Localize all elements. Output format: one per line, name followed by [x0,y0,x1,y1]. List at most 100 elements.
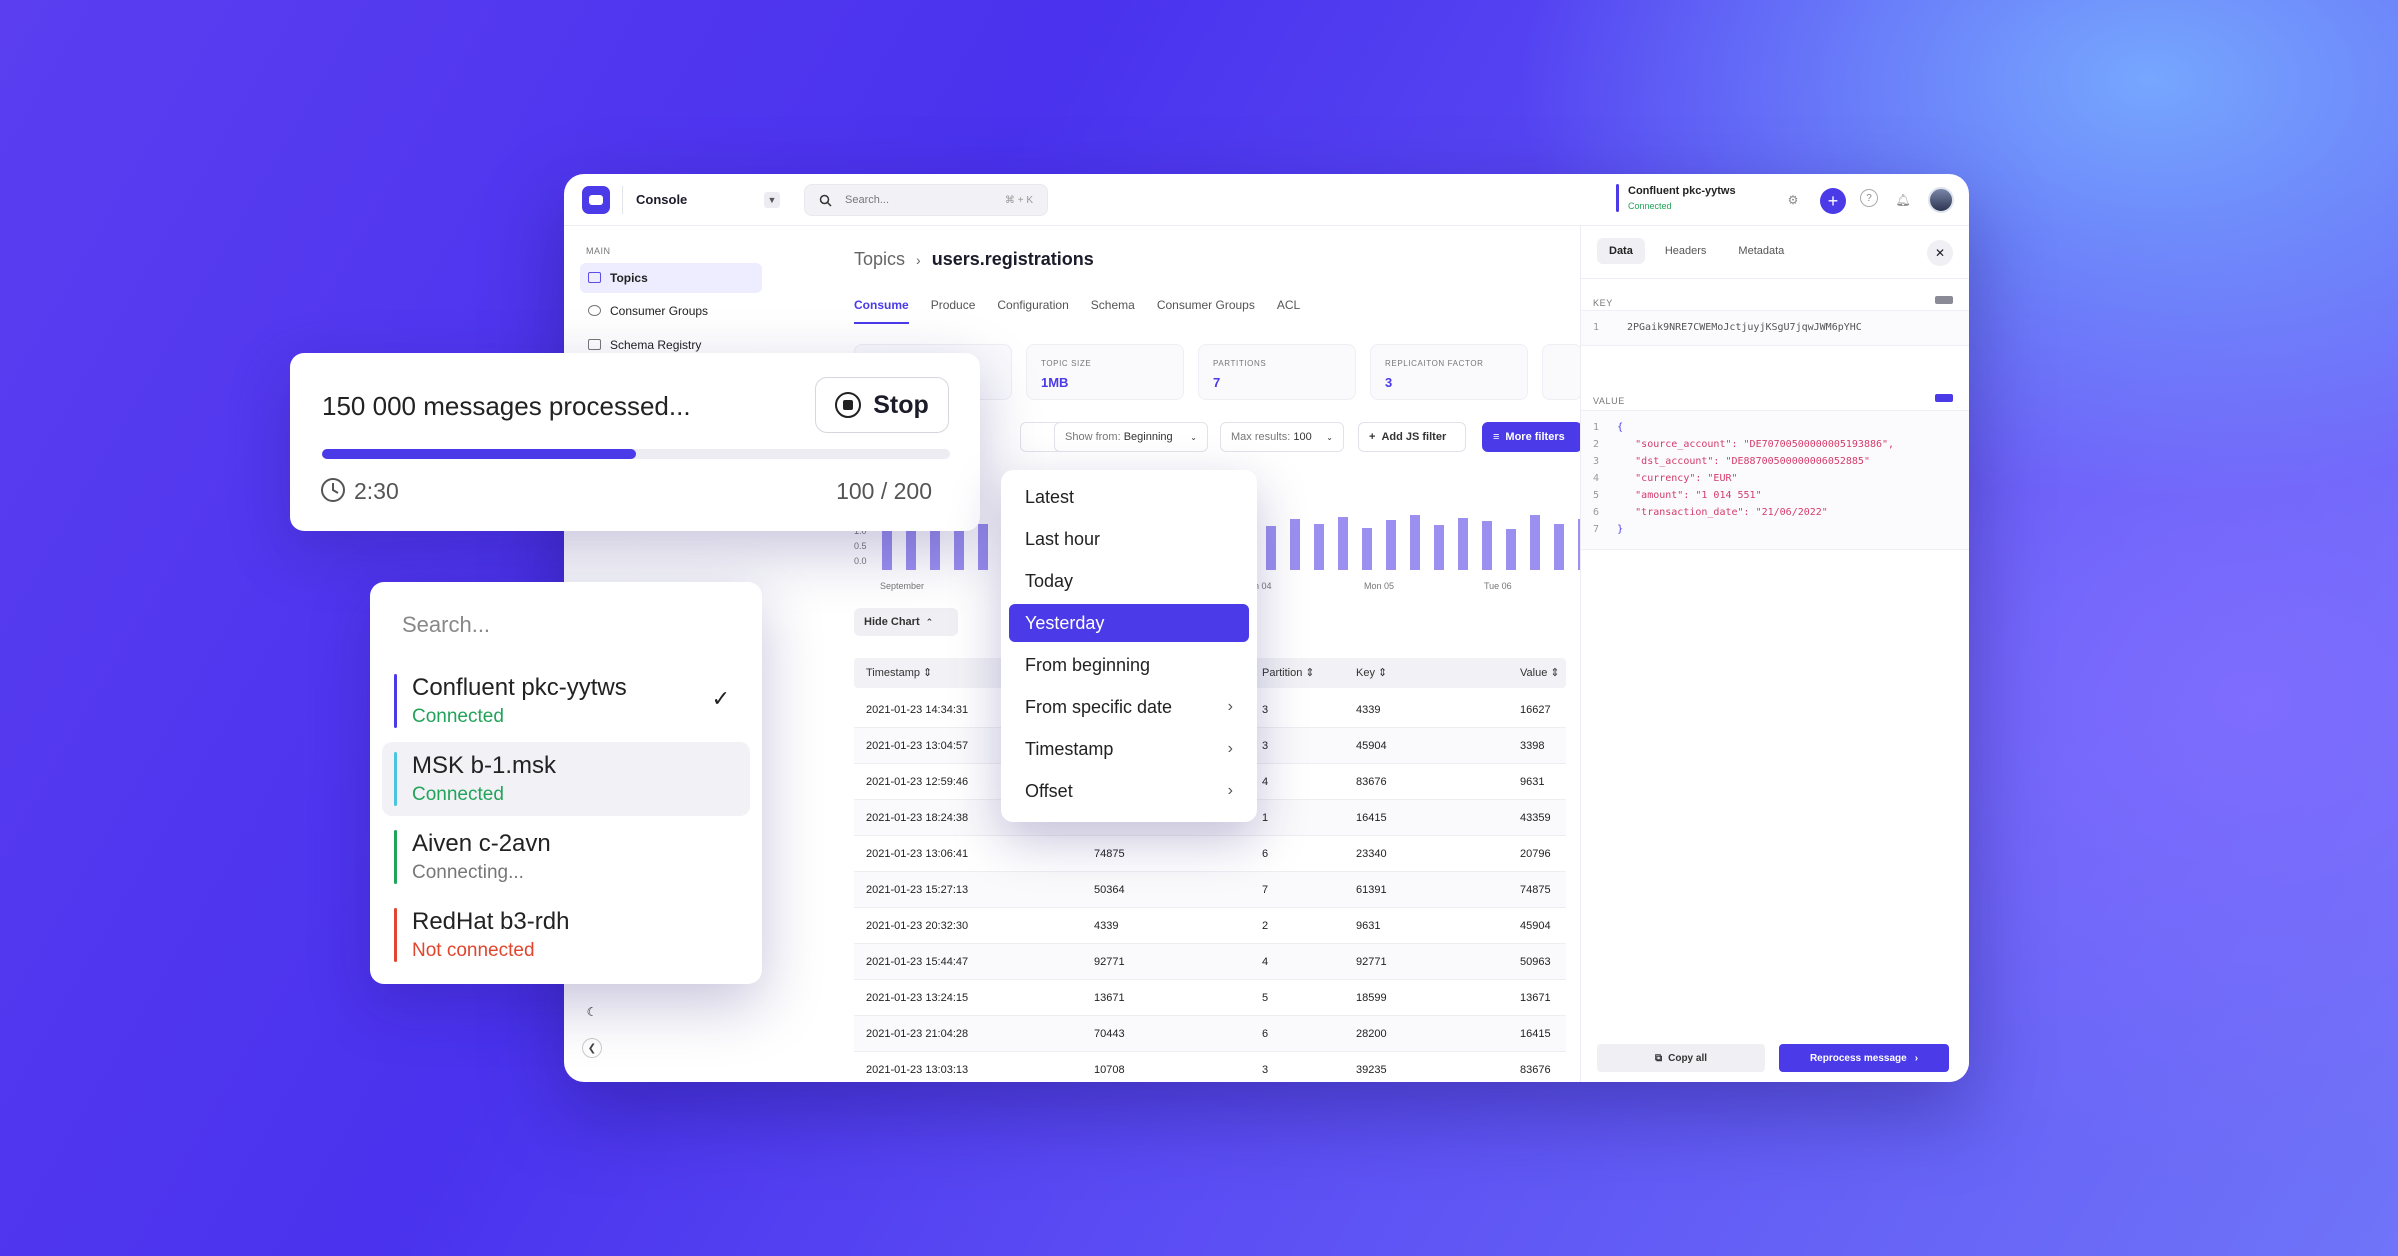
stat-label: PARTITIONS [1213,359,1267,368]
sidebar-item-topics[interactable]: Topics [580,263,762,293]
value-format-badge[interactable] [1935,394,1953,402]
table-cell: 20796 [1520,848,1551,860]
menu-item[interactable]: Offset › [1009,772,1249,810]
menu-item[interactable]: Last hour [1009,520,1249,558]
json-line: 5 "amount": "1 014 551" [1593,487,1969,504]
bell-icon[interactable]: 🔔︎ [1892,189,1914,211]
json-value: "1 014 551" [1695,490,1762,501]
menu-item-label: Latest [1025,486,1075,507]
max-results-value: 100 [1293,431,1312,443]
table-cell: 9631 [1356,920,1381,932]
json-key: "source_account": [1635,439,1744,450]
schema-icon [588,339,601,350]
table-row[interactable]: 2021-01-23 13:03:13 10708 3 39235 83676 [854,1052,1566,1082]
menu-item[interactable]: Today [1009,562,1249,600]
table-cell: 10708 [1094,1064,1125,1076]
close-icon[interactable]: ✕ [1927,240,1953,266]
menu-item[interactable]: From specific date › [1009,688,1249,726]
cluster-search-input[interactable]: Search... [402,612,490,638]
table-row[interactable]: 2021-01-23 15:27:13 50364 7 61391 74875 [854,872,1566,908]
col-partition[interactable]: Partition ⇕ [1262,666,1315,679]
tab-produce[interactable]: Produce [931,298,976,324]
breadcrumb-root[interactable]: Topics [854,249,905,269]
cluster-option[interactable]: MSK b-1.msk Connected [382,742,750,816]
add-js-filter-button[interactable]: + Add JS filter [1358,422,1466,452]
show-from-select[interactable]: Show from: Beginning ⌄ [1054,422,1208,452]
stop-button[interactable]: Stop [815,377,949,433]
table-cell: 2021-01-23 15:27:13 [866,884,969,896]
tab-schema[interactable]: Schema [1091,298,1135,324]
tab-metadata[interactable]: Metadata [1726,238,1796,264]
chart-bar [1458,518,1468,570]
menu-item[interactable]: Yesterday [1009,604,1249,642]
chevron-right-icon: › [1227,698,1233,715]
chart-bar [930,526,940,570]
table-cell: 6 [1262,848,1269,860]
table-row[interactable]: 2021-01-23 13:06:41 74875 6 23340 20796 [854,836,1566,872]
col-value[interactable]: Value ⇕ [1520,666,1560,679]
value-label: VALUE [1593,396,1625,406]
app-logo[interactable] [582,186,610,214]
copy-all-button[interactable]: ⧉ Copy all [1597,1044,1765,1072]
table-row[interactable]: 2021-01-23 13:24:15 13671 5 18599 13671 [854,980,1566,1016]
menu-item-label: Today [1025,570,1074,591]
sidebar-item-consumer-groups[interactable]: Consumer Groups [580,296,762,326]
more-filters-button[interactable]: ≡ More filters [1482,422,1582,452]
collapse-sidebar-button[interactable]: ❮ [582,1038,602,1058]
max-results-select[interactable]: Max results: 100 ⌄ [1220,422,1344,452]
table-row[interactable]: 2021-01-23 20:32:30 4339 2 9631 45904 [854,908,1566,944]
cluster-name[interactable]: Confluent pkc-yytws [1628,185,1736,197]
cluster-option-name: RedHat b3-rdh [412,908,570,935]
sidebar-item-label: Consumer Groups [610,304,709,318]
reprocess-button[interactable]: Reprocess message › [1779,1044,1949,1072]
table-cell: 43359 [1520,812,1551,824]
tab-consumer-groups[interactable]: Consumer Groups [1157,298,1255,324]
table-cell: 4 [1262,776,1269,788]
table-cell: 39235 [1356,1064,1387,1076]
cluster-option[interactable]: Confluent pkc-yytws Connected ✓ [382,664,750,738]
search-input[interactable]: Search... ⌘ + K [804,184,1048,216]
chart-bar [1410,515,1420,570]
col-timestamp[interactable]: Timestamp ⇕ [866,666,932,679]
json-line: 3 "dst_account": "DE88700500000006052885… [1593,453,1969,470]
stat-label: REPLICAITON FACTOR [1385,359,1484,368]
tab-acl[interactable]: ACL [1277,298,1300,324]
col-key[interactable]: Key ⇕ [1356,666,1387,679]
gear-icon[interactable]: ⚙ [1782,189,1804,211]
table-cell: 16415 [1356,812,1387,824]
divider [1581,278,1969,279]
table-row[interactable]: 2021-01-23 21:04:28 70443 6 28200 16415 [854,1016,1566,1052]
cluster-option[interactable]: RedHat b3-rdh Not connected [382,898,750,972]
table-row[interactable]: 2021-01-23 15:44:47 92771 4 92771 50963 [854,944,1566,980]
table-cell: 3398 [1520,740,1545,752]
tab-data[interactable]: Data [1597,238,1645,264]
table-cell: 61391 [1356,884,1387,896]
moon-icon[interactable]: ☾ [582,1002,602,1022]
add-js-filter-label: Add JS filter [1381,431,1447,443]
menu-item[interactable]: Timestamp › [1009,730,1249,768]
help-icon[interactable]: ? [1860,189,1878,207]
json-value: } [1617,524,1624,535]
cluster-option[interactable]: Aiven c-2avn Connecting... [382,820,750,894]
json-line: 6 "transaction_date": "21/06/2022" [1593,504,1969,521]
table-cell: 83676 [1520,1064,1551,1076]
tab-consume[interactable]: Consume [854,298,909,324]
avatar[interactable] [1928,187,1954,213]
table-cell: 2021-01-23 15:44:47 [866,956,969,968]
add-button[interactable]: + [1820,188,1846,214]
check-icon: ✓ [711,686,730,711]
tab-configuration[interactable]: Configuration [997,298,1068,324]
key-format-badge[interactable] [1935,296,1953,304]
hide-chart-button[interactable]: Hide Chart ⌃ [854,608,958,636]
menu-item[interactable]: Latest [1009,478,1249,516]
line-number: 1 [1593,322,1600,333]
table-cell: 4339 [1356,704,1381,716]
progress-card: 150 000 messages processed... Stop 2:30 … [290,353,980,531]
stat-value: 3 [1385,375,1393,390]
chevron-down-icon[interactable]: ▼ [764,192,780,208]
tab-headers[interactable]: Headers [1653,238,1719,264]
x-tick: Mon 05 [1364,581,1395,591]
menu-item[interactable]: From beginning [1009,646,1249,684]
value-json[interactable]: 1 {2 "source_account": "DE70700500000005… [1581,410,1969,550]
json-line: 2 "source_account": "DE70700500000005193… [1593,436,1969,453]
